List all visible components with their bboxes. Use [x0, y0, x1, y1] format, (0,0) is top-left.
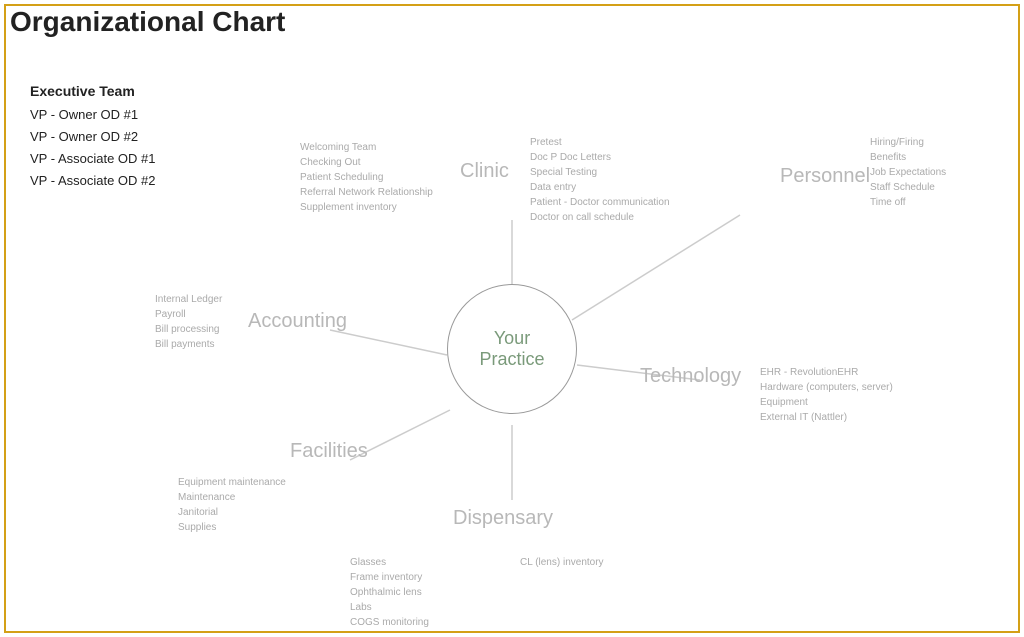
facilities-details: Equipment maintenance Maintenance Janito… [178, 475, 286, 535]
dept-dispensary: Dispensary [453, 507, 553, 530]
center-line1: Your [479, 328, 544, 349]
page-title: Organizational Chart [10, 6, 285, 38]
dept-technology: Technology [640, 365, 741, 388]
dept-accounting: Accounting [248, 310, 347, 333]
dept-clinic: Clinic [460, 160, 509, 183]
personnel-details: Hiring/Firing Benefits Job Expectations … [870, 135, 946, 210]
accounting-details: Internal Ledger Payroll Bill processing … [155, 292, 222, 352]
org-chart-area: Your Practice Clinic Pretest Doc P Doc L… [0, 60, 1024, 637]
dispensary-details-right: CL (lens) inventory [520, 555, 604, 570]
dept-facilities: Facilities [290, 440, 368, 463]
center-line2: Practice [479, 349, 544, 370]
clinic-small-details: Welcoming Team Checking Out Patient Sche… [300, 140, 433, 215]
technology-details: EHR - RevolutionEHR Hardware (computers,… [760, 365, 893, 425]
center-circle: Your Practice [447, 284, 577, 414]
dispensary-details-left: Glasses Frame inventory Ophthalmic lens … [350, 555, 429, 630]
dept-personnel: Personnel [780, 165, 870, 188]
clinic-details: Pretest Doc P Doc Letters Special Testin… [530, 135, 670, 225]
